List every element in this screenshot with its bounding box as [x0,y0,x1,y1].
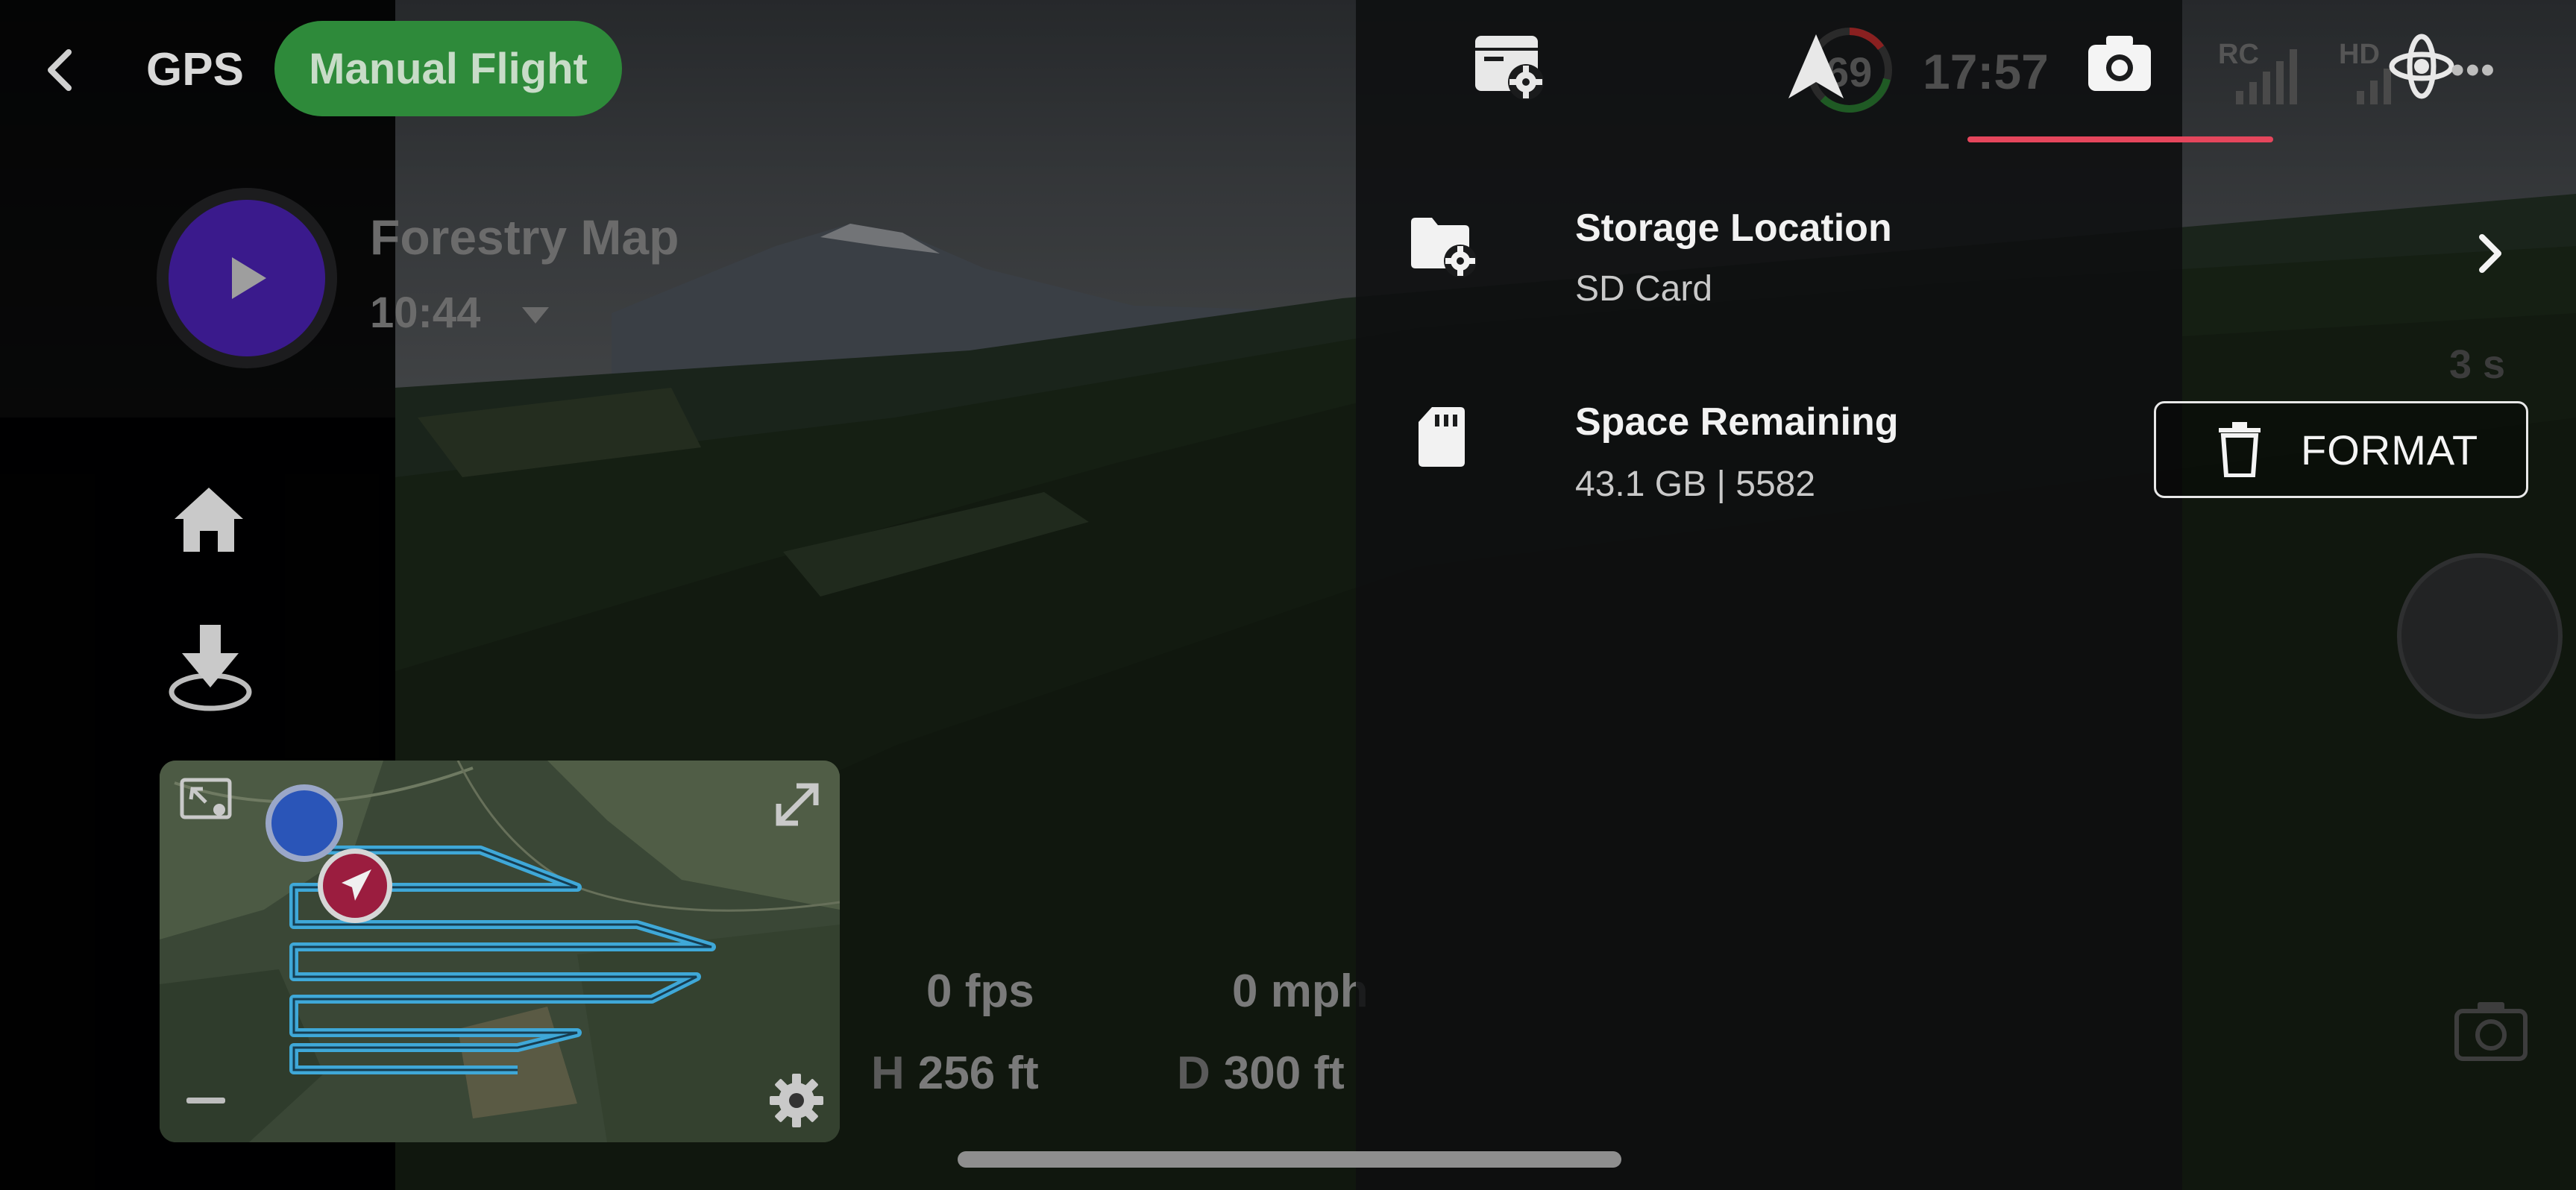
height-prefix: H [871,1048,905,1099]
signal-bars-icon [2236,49,2297,104]
storage-location-title: Storage Location [1575,207,1892,250]
chevron-right-icon [2479,234,2501,273]
back-chevron-icon [48,49,72,91]
drone-position-marker [318,849,392,923]
storage-location-value: SD Card [1575,269,1713,309]
drone-heading-icon [342,869,371,901]
camera-mode-icon[interactable] [2454,999,2528,1062]
sd-settings-icon[interactable] [1474,33,1544,101]
land-icon [169,625,252,711]
storage-location-chevron[interactable] [2476,231,2506,276]
space-remaining-value: 43.1 GB | 5582 [1575,465,1816,504]
map-settings-button[interactable] [768,1072,825,1129]
map-expand-button[interactable] [771,778,823,831]
distance-readout: D 300 ft [1177,1047,1345,1100]
mission-play-button[interactable] [157,188,337,368]
distance-prefix: D [1177,1048,1210,1099]
trash-icon [2219,422,2261,477]
format-button-label: FORMAT [2301,426,2479,473]
play-button-inner [169,200,325,356]
return-home-button[interactable] [172,485,246,555]
height-readout: H 256 ft [871,1047,1039,1100]
gps-status-label: GPS [146,44,244,95]
interval-label: 3 s [2449,342,2506,387]
gear-icon [770,1074,823,1127]
shutter-button[interactable] [2397,553,2563,719]
home-indicator-bar [958,1151,1621,1168]
height-value: 256 ft [917,1048,1039,1099]
land-button[interactable] [169,623,252,711]
map-satellite-terrain [160,761,840,1142]
expand-icon [776,783,819,826]
format-sd-button[interactable]: FORMAT [2154,401,2528,498]
mini-map[interactable] [160,761,840,1142]
chevron-down-icon[interactable] [521,306,550,325]
active-tab-indicator [1967,136,2273,142]
home-icon [175,488,243,552]
home-point-marker [266,784,343,862]
back-button[interactable] [42,46,78,94]
camera-storage-settings-panel [1356,0,2182,1190]
folder-settings-icon [1411,218,1477,277]
flight-time: 17:57 [1923,44,2049,99]
play-icon [232,257,266,299]
horizontal-speed-readout: 0 mph [1232,966,1369,1017]
distance-value: 300 ft [1223,1048,1345,1099]
space-remaining-title: Space Remaining [1575,400,1899,444]
map-swap-icon [180,778,232,819]
vertical-speed-readout: 0 fps [926,966,1034,1017]
map-swap-button[interactable] [179,777,233,822]
more-icon[interactable]: ••• [2451,48,2496,92]
camera-icon[interactable] [2087,34,2152,92]
flight-mode-badge[interactable]: Manual Flight [274,21,622,116]
mission-time: 10:44 [370,289,481,337]
map-zoom-out-button[interactable] [186,1098,225,1104]
mission-name: Forestry Map [370,210,679,265]
drone-icon[interactable] [2385,30,2458,103]
navigation-arrow-icon[interactable] [1787,33,1845,101]
sd-card-icon [1419,407,1465,467]
